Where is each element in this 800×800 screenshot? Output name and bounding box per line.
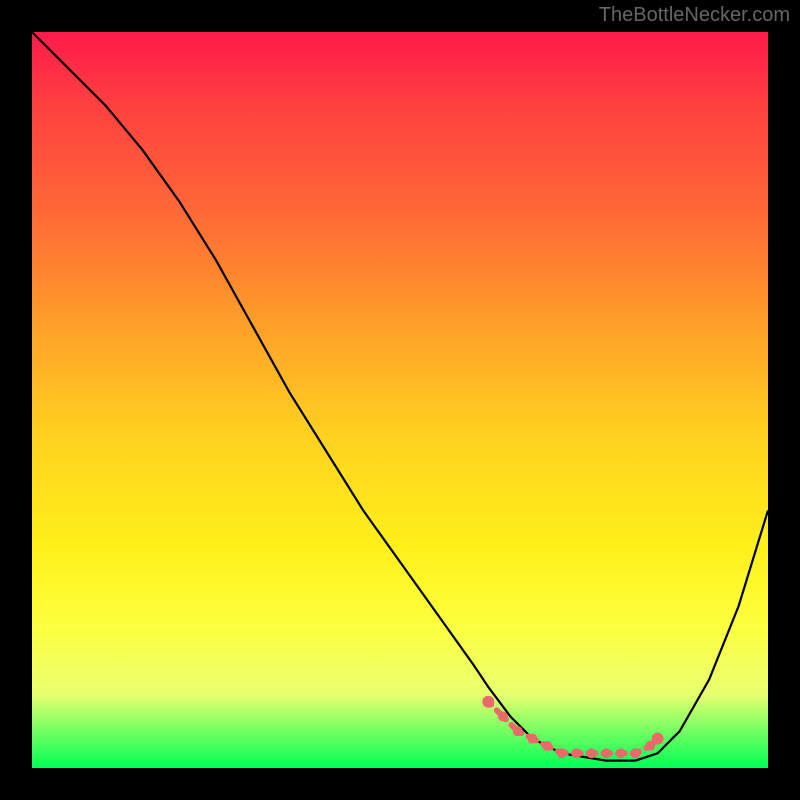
marker-dot (601, 748, 611, 758)
marker-dot (513, 726, 523, 736)
marker-dot (482, 696, 494, 708)
bottleneck-curve (32, 32, 768, 761)
marker-dot (528, 734, 538, 744)
marker-dot (652, 733, 664, 745)
marker-group (482, 696, 663, 759)
marker-dot (557, 748, 567, 758)
marker-dot (542, 741, 552, 751)
marker-dot (631, 748, 641, 758)
marker-dot (616, 748, 626, 758)
marker-dot (586, 748, 596, 758)
marker-dot (498, 712, 508, 722)
chart-background (32, 32, 768, 768)
watermark-text: TheBottleNecker.com (599, 4, 790, 27)
chart-svg (32, 32, 768, 768)
marker-dot (572, 748, 582, 758)
